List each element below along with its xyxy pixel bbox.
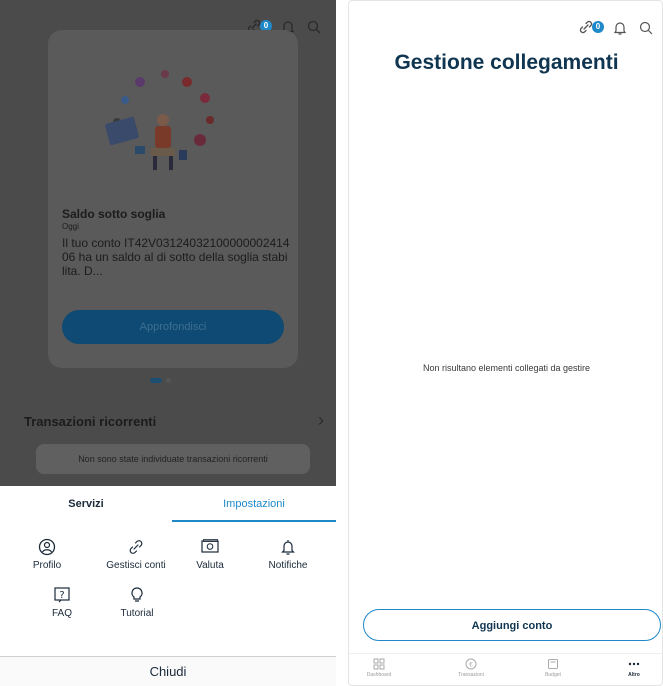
empty-state-message: Non risultano elementi collegati da gest… (422, 363, 591, 373)
menu-item-label: Gestisci conti (106, 560, 166, 571)
euro-icon: € (465, 658, 477, 670)
bell-icon[interactable] (612, 20, 628, 36)
left-screen: 0 Saldo sotto soglia Oggi Il tuo conto I… (0, 0, 336, 686)
tab-impostazioni[interactable]: Impostazioni (172, 486, 336, 522)
carousel-dot[interactable] (166, 378, 171, 383)
nav-item-label: Transazioni (458, 672, 484, 678)
menu-item-label: Notifiche (268, 560, 308, 571)
menu-item-faq[interactable]: ? FAQ (40, 586, 84, 619)
search-icon[interactable] (306, 19, 322, 35)
link-count-badge: 0 (592, 21, 604, 33)
currency-icon (201, 539, 219, 553)
recurring-transactions-title[interactable]: Transazioni ricorrenti (24, 414, 156, 429)
nav-item-label: Altro (628, 672, 640, 678)
svg-text:€: € (469, 662, 473, 669)
nav-item-label: Budget (545, 672, 561, 678)
bell-icon (281, 540, 295, 555)
sheet-tabs: Servizi Impostazioni (0, 486, 336, 522)
tab-servizi[interactable]: Servizi (0, 486, 172, 522)
faq-icon: ? (54, 587, 70, 603)
carousel-dots (150, 378, 171, 383)
notification-illustration (105, 70, 214, 170)
top-bar-icons: 0 (578, 19, 654, 37)
carousel-dot-active[interactable] (150, 378, 162, 383)
nav-item-label: Dashboard (366, 672, 392, 678)
notification-date: Oggi (62, 222, 79, 231)
recurring-empty-message: Non sono state individuate transazioni r… (36, 444, 310, 474)
right-screen: 0 Gestione collegamenti Non risultano el… (348, 0, 663, 686)
menu-item-notifiche[interactable]: Notifiche (260, 538, 316, 571)
chevron-right-icon[interactable]: › (318, 410, 324, 431)
linked-accounts-button[interactable]: 0 (578, 19, 604, 37)
menu-item-label: Valuta (196, 560, 224, 571)
lightbulb-icon (131, 587, 143, 602)
add-account-button[interactable]: Aggiungi conto (363, 609, 661, 641)
nav-item-dashboard[interactable]: Dashboard (349, 658, 409, 678)
screen-divider (336, 0, 348, 686)
page-title: Gestione collegamenti (394, 51, 619, 74)
link-icon (129, 540, 143, 554)
menu-item-label: Profilo (32, 560, 62, 571)
menu-item-label: FAQ (51, 608, 72, 619)
svg-text:?: ? (59, 590, 64, 601)
dimmed-dashboard-overlay[interactable]: 0 Saldo sotto soglia Oggi Il tuo conto I… (0, 0, 336, 486)
nav-item-budget[interactable]: Budget (523, 658, 583, 678)
close-button[interactable]: Chiudi (0, 656, 336, 686)
menu-item-label: Tutorial (120, 608, 154, 619)
notification-body: Il tuo conto IT42V0312403210000000241406… (62, 236, 290, 278)
menu-item-gestisci-conti[interactable]: Gestisci conti (100, 538, 172, 571)
more-icon (628, 662, 640, 666)
menu-item-valuta[interactable]: Valuta (186, 538, 234, 571)
notification-title: Saldo sotto soglia (62, 207, 166, 221)
nav-item-transazioni[interactable]: € Transazioni (441, 658, 501, 678)
approfondisci-button[interactable]: Approfondisci (62, 310, 284, 344)
nav-item-altro[interactable]: Altro (604, 658, 662, 678)
settings-bottom-sheet: Servizi Impostazioni Profilo Gestisci co… (0, 486, 336, 686)
bottom-navigation: Dashboard € Transazioni Budget Altro (349, 653, 662, 685)
menu-item-tutorial[interactable]: Tutorial (112, 586, 162, 619)
budget-icon (548, 659, 558, 669)
menu-item-profilo[interactable]: Profilo (22, 538, 72, 571)
profile-icon (38, 538, 56, 556)
search-icon[interactable] (638, 20, 654, 36)
dashboard-icon (373, 658, 385, 670)
